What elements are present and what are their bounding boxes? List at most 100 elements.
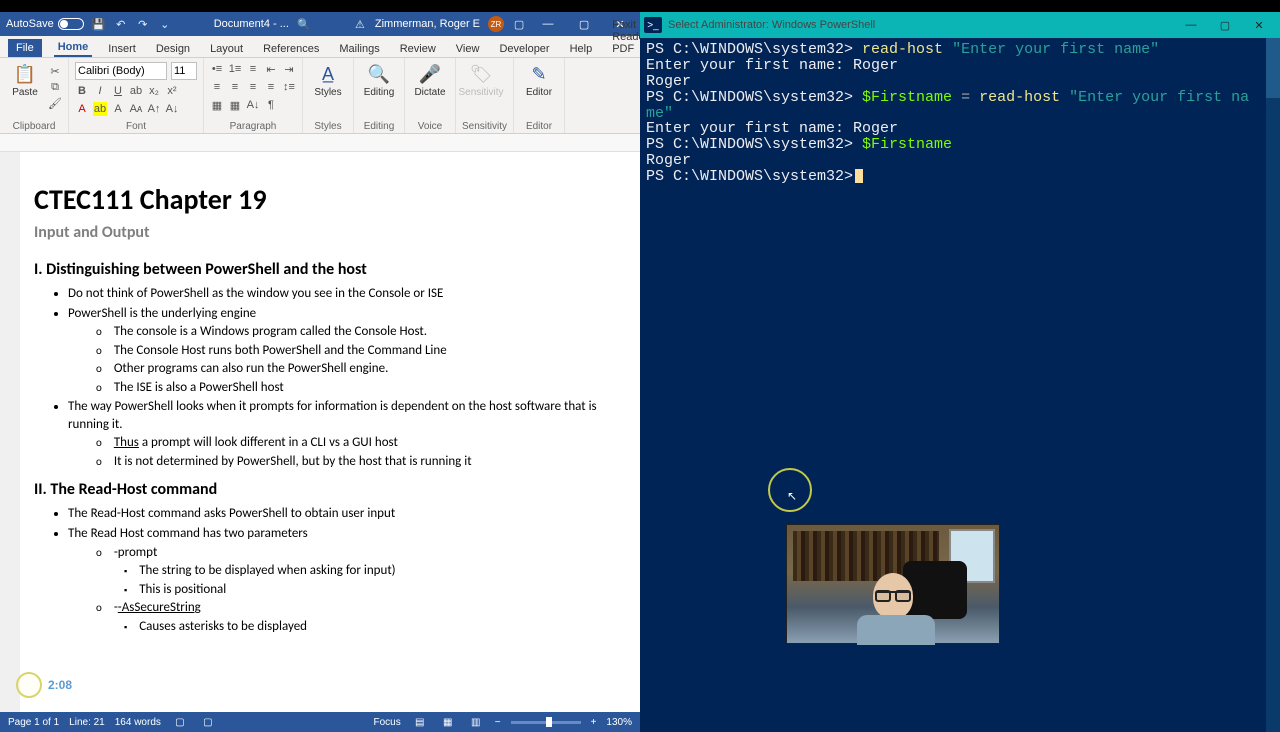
sort-button[interactable]: A↓ bbox=[246, 98, 260, 112]
touch-mode-icon[interactable]: ⌄ bbox=[158, 18, 172, 31]
section-2-list: The Read-Host command asks PowerShell to… bbox=[68, 505, 610, 635]
align-left-button[interactable]: ≡ bbox=[210, 80, 224, 94]
text-effects-button[interactable]: A bbox=[111, 102, 125, 116]
ps-command: read-host bbox=[979, 89, 1069, 106]
status-page[interactable]: Page 1 of 1 bbox=[8, 717, 59, 728]
paste-button[interactable]: 📋 Paste bbox=[6, 60, 44, 98]
toggle-switch-icon[interactable] bbox=[58, 18, 84, 30]
decrease-indent-button[interactable]: ⇤ bbox=[264, 62, 278, 76]
highlight-button[interactable]: ab bbox=[93, 102, 107, 116]
tab-home[interactable]: Home bbox=[54, 39, 93, 57]
show-marks-button[interactable]: ¶ bbox=[264, 98, 278, 112]
autosave-toggle[interactable]: AutoSave bbox=[6, 18, 84, 30]
maximize-button[interactable]: ▢ bbox=[570, 18, 598, 31]
styles-label: Styles bbox=[314, 87, 341, 98]
sensitivity-button[interactable]: 🏷Sensitivity bbox=[462, 60, 500, 98]
align-center-button[interactable]: ≡ bbox=[228, 80, 242, 94]
tab-insert[interactable]: Insert bbox=[104, 41, 140, 57]
underline-button[interactable]: U bbox=[111, 84, 125, 98]
zoom-in-button[interactable]: + bbox=[591, 717, 597, 728]
ps-output: Roger bbox=[646, 152, 691, 169]
minimize-button[interactable]: — bbox=[1174, 19, 1208, 31]
format-painter-icon[interactable]: 🖌 bbox=[48, 96, 62, 110]
ps-operator: = bbox=[961, 89, 979, 106]
scrollbar[interactable] bbox=[1266, 38, 1280, 732]
cursor-icon bbox=[855, 169, 863, 183]
zoom-out-button[interactable]: − bbox=[495, 717, 501, 728]
dictate-button[interactable]: 🎤Dictate bbox=[411, 60, 449, 98]
italic-button[interactable]: I bbox=[93, 84, 107, 98]
powershell-title-bar[interactable]: >_ Select Administrator: Windows PowerSh… bbox=[640, 12, 1280, 38]
font-size-select[interactable] bbox=[171, 62, 197, 80]
zoom-level[interactable]: 130% bbox=[606, 717, 632, 728]
tab-file[interactable]: File bbox=[8, 39, 42, 57]
bold-button[interactable]: B bbox=[75, 84, 89, 98]
borders-button[interactable]: ▦ bbox=[228, 98, 242, 112]
font-family-select[interactable] bbox=[75, 62, 167, 80]
ruler[interactable] bbox=[0, 134, 640, 152]
undo-icon[interactable]: ↶ bbox=[114, 18, 128, 31]
styles-button[interactable]: A̲Styles bbox=[309, 60, 347, 98]
print-layout-icon[interactable]: ▦ bbox=[439, 717, 457, 728]
zoom-slider[interactable] bbox=[511, 721, 581, 724]
ribbon-tabs: File Home Insert Design Layout Reference… bbox=[0, 36, 640, 58]
search-icon[interactable]: 🔍 bbox=[297, 18, 311, 31]
editor-button[interactable]: ✎Editor bbox=[520, 60, 558, 98]
close-button[interactable]: ✕ bbox=[1242, 19, 1276, 32]
page[interactable]: CTEC111 Chapter 19 Input and Output I. D… bbox=[20, 152, 640, 712]
accessibility-icon[interactable]: ▢ bbox=[199, 717, 217, 728]
tab-view[interactable]: View bbox=[452, 41, 484, 57]
multilevel-button[interactable]: ≡ bbox=[246, 62, 260, 76]
tab-design[interactable]: Design bbox=[152, 41, 194, 57]
minimize-button[interactable]: — bbox=[534, 18, 562, 30]
increase-indent-button[interactable]: ⇥ bbox=[282, 62, 296, 76]
copy-icon[interactable]: ⧉ bbox=[48, 80, 62, 94]
grow-font-button[interactable]: A↑ bbox=[147, 102, 161, 116]
maximize-button[interactable]: ▢ bbox=[1208, 19, 1242, 32]
ribbon-display-icon[interactable]: ▢ bbox=[512, 18, 526, 31]
save-icon[interactable]: 💾 bbox=[92, 18, 106, 31]
superscript-button[interactable]: x² bbox=[165, 84, 179, 98]
group-label: Clipboard bbox=[6, 121, 62, 133]
clear-format-button[interactable]: Aᴀ bbox=[129, 102, 143, 116]
tab-references[interactable]: References bbox=[259, 41, 323, 57]
dictate-label: Dictate bbox=[414, 87, 445, 98]
list-item: The console is a Windows program called … bbox=[96, 323, 610, 341]
justify-button[interactable]: ≡ bbox=[264, 80, 278, 94]
group-voice: 🎤Dictate Voice bbox=[405, 58, 456, 133]
subscript-button[interactable]: x₂ bbox=[147, 84, 161, 98]
line-spacing-button[interactable]: ↕≡ bbox=[282, 80, 296, 94]
cut-icon[interactable]: ✂ bbox=[48, 64, 62, 78]
tab-layout[interactable]: Layout bbox=[206, 41, 247, 57]
document-area[interactable]: CTEC111 Chapter 19 Input and Output I. D… bbox=[0, 152, 640, 712]
shading-button[interactable]: ▦ bbox=[210, 98, 224, 112]
tab-review[interactable]: Review bbox=[396, 41, 440, 57]
tab-developer[interactable]: Developer bbox=[495, 41, 553, 57]
bullets-button[interactable]: •≡ bbox=[210, 62, 224, 76]
spellcheck-icon[interactable]: ▢ bbox=[171, 717, 189, 728]
editor-label: Editor bbox=[526, 87, 552, 98]
tab-help[interactable]: Help bbox=[566, 41, 597, 57]
font-color-button[interactable]: A bbox=[75, 102, 89, 116]
ps-output: Roger bbox=[646, 73, 691, 90]
web-layout-icon[interactable]: ▥ bbox=[467, 717, 485, 728]
ps-prompt: PS C:\WINDOWS\system32> bbox=[646, 41, 862, 58]
list-item: The way PowerShell looks when it prompts… bbox=[68, 398, 610, 470]
underlined-text: Thus bbox=[114, 435, 139, 450]
word-title-bar[interactable]: AutoSave 💾 ↶ ↷ ⌄ Document4 - ... 🔍 ⚠ Zim… bbox=[0, 12, 640, 36]
numbering-button[interactable]: 1≡ bbox=[228, 62, 242, 76]
tab-mailings[interactable]: Mailings bbox=[335, 41, 383, 57]
section-2-heading: II. The Read-Host command bbox=[34, 480, 610, 499]
strike-button[interactable]: ab bbox=[129, 84, 143, 98]
read-mode-icon[interactable]: ▤ bbox=[411, 717, 429, 728]
align-right-button[interactable]: ≡ bbox=[246, 80, 260, 94]
focus-mode-button[interactable]: Focus bbox=[374, 717, 401, 728]
status-line[interactable]: Line: 21 bbox=[69, 717, 105, 728]
video-timestamp: 2:08 bbox=[48, 678, 72, 692]
editing-button[interactable]: 🔍Editing bbox=[360, 60, 398, 98]
redo-icon[interactable]: ↷ bbox=[136, 18, 150, 31]
shrink-font-button[interactable]: A↓ bbox=[165, 102, 179, 116]
user-avatar[interactable]: ZR bbox=[488, 16, 504, 32]
status-words[interactable]: 164 words bbox=[115, 717, 161, 728]
scrollbar-thumb[interactable] bbox=[1266, 38, 1280, 98]
